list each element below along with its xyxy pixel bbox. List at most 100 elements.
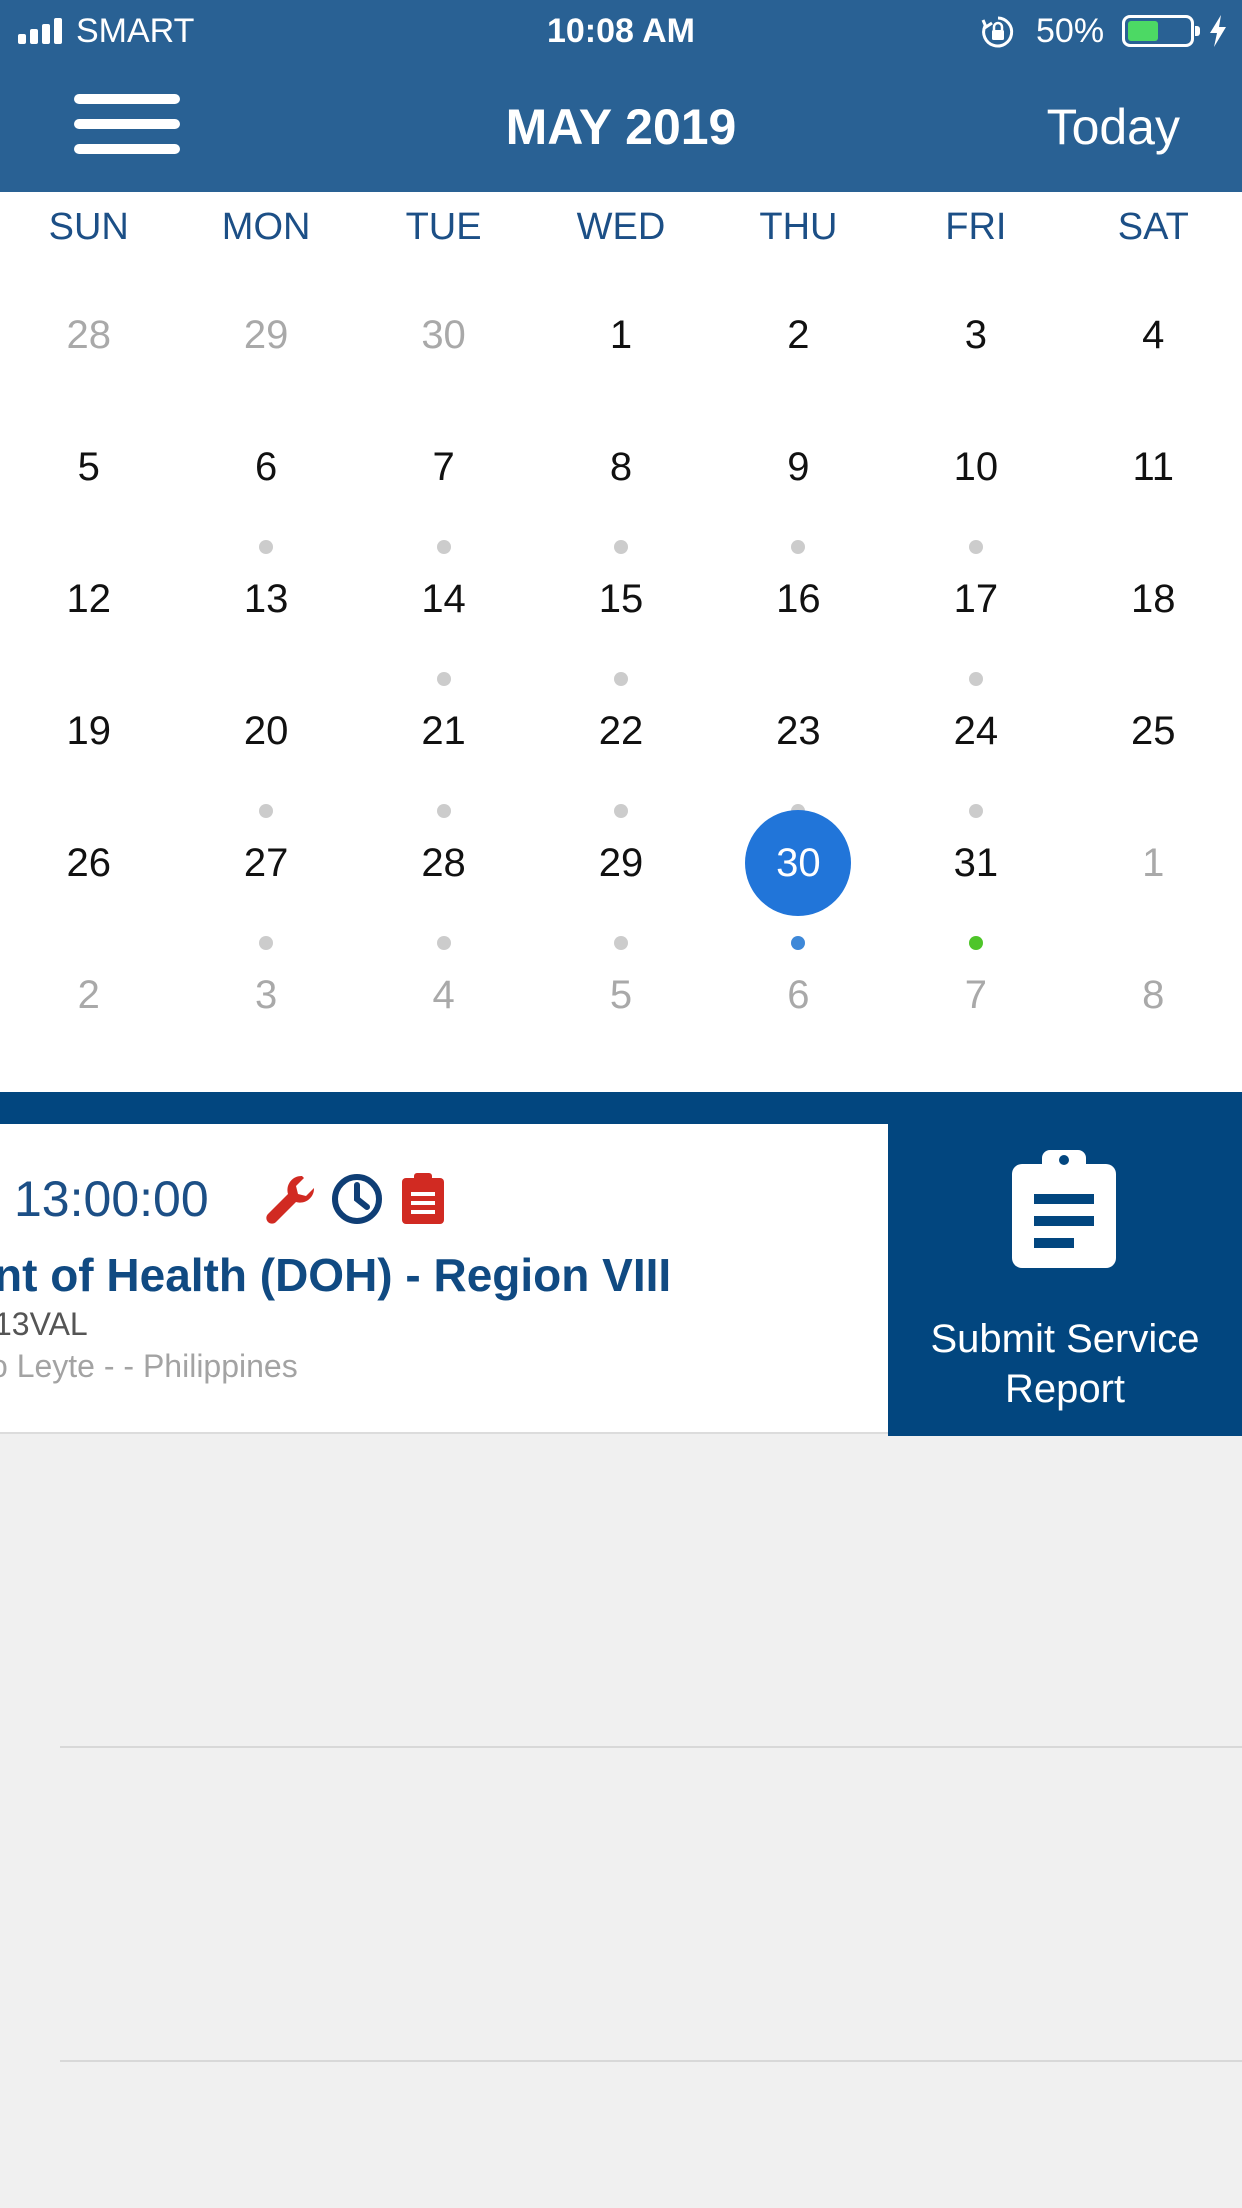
event-type-icons	[262, 1170, 452, 1228]
weekday-tue: TUE	[405, 206, 482, 248]
day-number: 5	[77, 445, 100, 489]
calendar-day[interactable]: 1	[1065, 810, 1242, 942]
calendar-day[interactable]: 28	[355, 810, 532, 950]
clipboard-icon	[402, 1173, 444, 1224]
day-number: 17	[953, 577, 999, 621]
calendar-day[interactable]: 19	[0, 678, 177, 810]
calendar-day[interactable]: 9	[710, 414, 887, 554]
day-number: 12	[66, 577, 111, 621]
calendar-day[interactable]: 15	[532, 546, 709, 686]
calendar-day[interactable]: 8	[1065, 942, 1242, 1074]
event-code: 13VAL	[0, 1306, 88, 1342]
calendar-day[interactable]: 29	[532, 810, 709, 950]
day-number: 8	[609, 445, 633, 489]
weekday-sun: SUN	[48, 206, 129, 248]
calendar-day[interactable]: 2	[0, 942, 177, 1074]
calendar-day-selected[interactable]: 30	[710, 810, 887, 950]
calendar-day[interactable]: 2	[710, 282, 887, 414]
day-number: 28	[421, 841, 466, 885]
day-number: 30	[421, 313, 466, 357]
day-number: 29	[598, 841, 644, 885]
day-number: 1	[609, 313, 633, 357]
calendar-day[interactable]: 16	[710, 546, 887, 678]
status-bar: SMART 10:08 AM 50%	[0, 0, 1242, 62]
calendar-day[interactable]: 3	[887, 282, 1064, 414]
calendar-day[interactable]: 30	[355, 282, 532, 414]
event-panel-strip	[0, 1092, 1242, 1124]
day-number: 23	[776, 709, 821, 753]
day-number: 7	[432, 445, 455, 489]
day-grid: 28 29 30 1 2 3 4 5 6 7 8 9 10 11 12 13 14 15 16 17 18 19 20 21 2…	[0, 282, 1242, 1074]
event-location: o Leyte - - Philippines	[0, 1348, 298, 1384]
day-number: 28	[66, 313, 111, 357]
calendar-day[interactable]: 11	[1065, 414, 1242, 546]
weekday-fri: FRI	[945, 206, 1007, 248]
calendar-day[interactable]: 12	[0, 546, 177, 678]
calendar-day[interactable]: 4	[1065, 282, 1242, 414]
charging-bolt-icon	[1210, 15, 1226, 47]
calendar-day[interactable]: 7	[887, 942, 1064, 1074]
day-number: 2	[787, 313, 810, 357]
calendar-day[interactable]: 22	[532, 678, 709, 818]
clipboard-icon	[1012, 1150, 1116, 1268]
calendar-day[interactable]: 3	[177, 942, 354, 1074]
calendar-day[interactable]: 21	[355, 678, 532, 818]
app-header: SMART 10:08 AM 50% MAY 2019 Today	[0, 0, 1242, 192]
day-number: 4	[1142, 313, 1165, 357]
day-number: 11	[1132, 445, 1175, 489]
list-divider	[60, 1746, 1242, 1748]
calendar-day[interactable]: 24	[887, 678, 1064, 818]
day-number: 15	[598, 577, 644, 621]
calendar-day[interactable]: 5	[532, 942, 709, 1074]
day-number: 10	[953, 445, 999, 489]
calendar-day[interactable]: 10	[887, 414, 1064, 554]
day-number: 29	[243, 313, 289, 357]
day-number: 14	[421, 577, 466, 621]
event-time: 13:00:00	[14, 1171, 209, 1227]
day-number: 5	[609, 973, 633, 1017]
day-number: 31	[953, 841, 999, 885]
calendar-day[interactable]: 25	[1065, 678, 1242, 810]
calendar-day[interactable]: 29	[177, 282, 354, 414]
calendar-day[interactable]: 13	[177, 546, 354, 678]
calendar-day[interactable]: 6	[710, 942, 887, 1074]
calendar-day[interactable]: 20	[177, 678, 354, 818]
calendar-day[interactable]: 27	[177, 810, 354, 950]
calendar-day[interactable]: 26	[0, 810, 177, 942]
day-number: 2	[77, 973, 100, 1017]
calendar-day[interactable]: 18	[1065, 546, 1242, 678]
day-number: 3	[255, 973, 278, 1017]
calendar-day[interactable]: 23	[710, 678, 887, 818]
day-number: 25	[1131, 709, 1176, 753]
calendar-day[interactable]: 1	[532, 282, 709, 414]
calendar-day[interactable]: 31	[887, 810, 1064, 950]
month-calendar: SUN MON TUE WED THU FRI SAT 28 29 30 1 2 3 4 5 6 7 8 9 10 1…	[0, 192, 1242, 1092]
day-number: 21	[421, 709, 466, 753]
clock-icon	[332, 1174, 382, 1224]
calendar-day[interactable]: 28	[0, 282, 177, 414]
calendar-day[interactable]: 8	[532, 414, 709, 554]
day-number: 1	[1142, 841, 1165, 885]
calendar-day[interactable]: 6	[177, 414, 354, 554]
weekday-mon: MON	[221, 206, 311, 248]
weekday-wed: WED	[576, 206, 666, 248]
event-organization: nt of Health (DOH) - Region VIII	[0, 1249, 672, 1301]
battery-percent: 50%	[1036, 12, 1105, 50]
day-number: 8	[1142, 973, 1165, 1017]
submit-service-report-button[interactable]: Submit Service Report	[888, 1124, 1242, 1436]
calendar-day[interactable]: 17	[887, 546, 1064, 686]
day-number: 16	[776, 577, 821, 621]
day-number: 22	[598, 709, 644, 753]
calendar-day[interactable]: 5	[0, 414, 177, 546]
calendar-day[interactable]: 7	[355, 414, 532, 554]
day-number: 30	[745, 810, 852, 916]
calendar-day[interactable]: 4	[355, 942, 532, 1074]
battery-fill	[1128, 21, 1158, 41]
day-number: 6	[255, 445, 278, 489]
event-card[interactable]: 13:00:00 nt of Health (DOH) - Region VII…	[0, 1124, 888, 1434]
battery-nub	[1195, 26, 1200, 36]
calendar-day[interactable]: 14	[355, 546, 532, 686]
today-button[interactable]: Today	[1047, 98, 1180, 156]
day-number: 20	[243, 709, 289, 753]
day-number: 18	[1131, 577, 1176, 621]
